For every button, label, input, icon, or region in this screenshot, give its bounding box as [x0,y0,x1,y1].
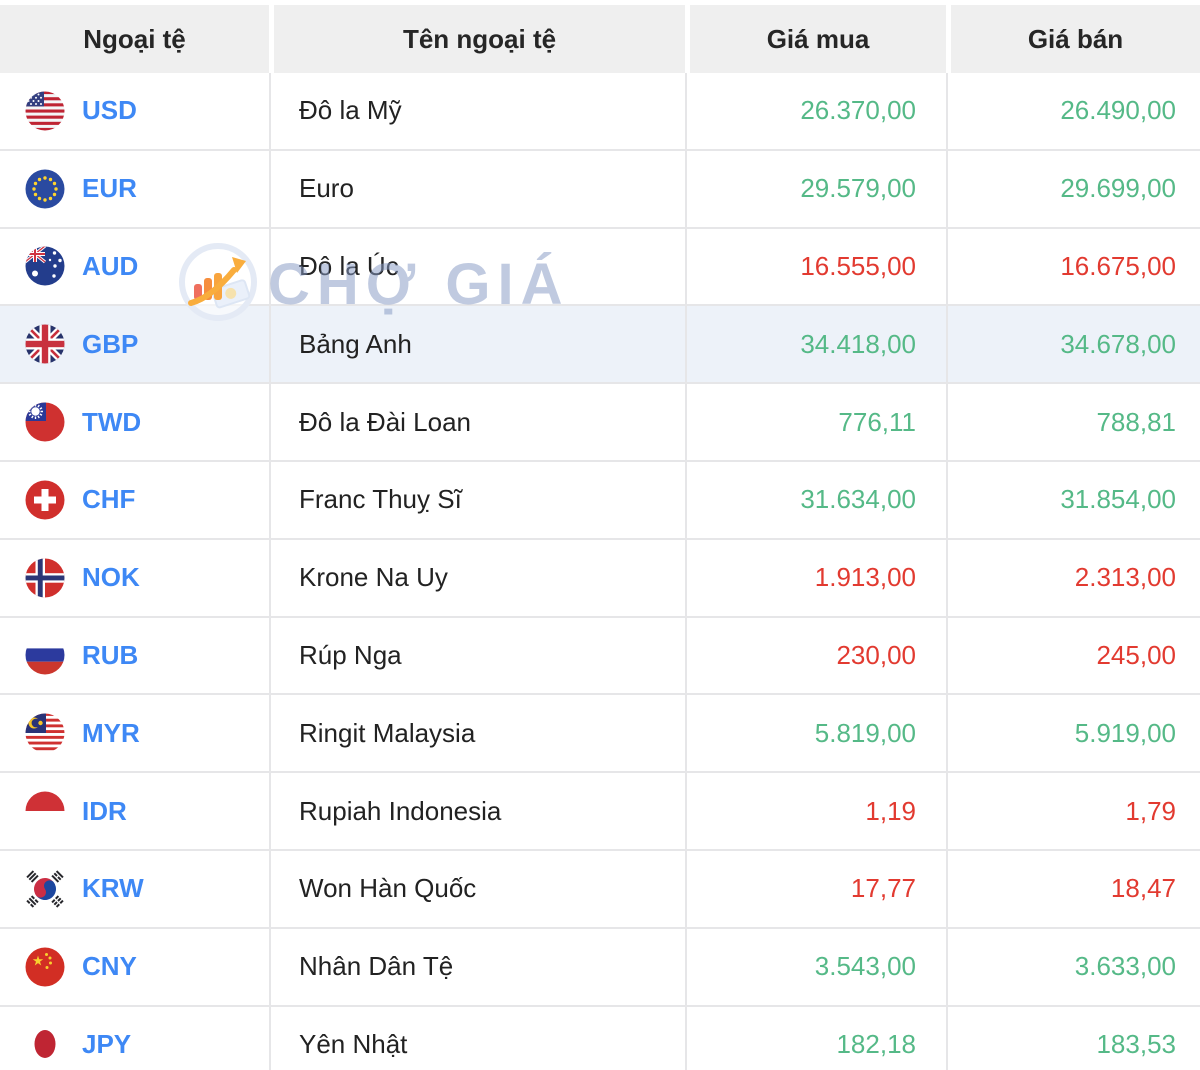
currency-code-link[interactable]: TWD [82,407,141,438]
table-row[interactable]: RUB Rúp Nga 230,00 245,00 [0,617,1200,696]
table-row[interactable]: USD Đô la Mỹ 26.370,00 26.490,00 [0,73,1200,151]
table-row[interactable]: IDR Rupiah Indonesia 1,19 1,79 [0,773,1200,851]
currency-code-link[interactable]: MYR [82,718,140,749]
sell-price: 31.854,00 [946,461,1200,540]
buy-price: 5.819,00 [685,695,946,774]
currency-name: Rúp Nga [269,617,685,696]
buy-price: 29.579,00 [685,150,946,229]
currency-cell: NOK [0,539,269,618]
buy-price: 16.555,00 [685,228,946,307]
currency-cell: EUR [0,150,269,229]
currency-code-link[interactable]: RUB [82,640,138,671]
sell-price: 2.313,00 [946,539,1200,618]
currency-name: Franc Thuỵ Sĩ [269,461,685,540]
table-row[interactable]: KRW Won Hàn Quốc 17,77 18,47 [0,850,1200,929]
flag-idr-icon [25,791,65,831]
table-row[interactable]: AUD Đô la Úc 16.555,00 16.675,00 [0,228,1200,307]
currency-name: Won Hàn Quốc [269,850,685,929]
currency-name: Nhân Dân Tệ [269,928,685,1007]
table-row[interactable]: CHF Franc Thuỵ Sĩ 31.634,00 31.854,00 [0,461,1200,540]
flag-nok-icon [25,558,65,598]
buy-price: 776,11 [685,384,946,462]
currency-code-link[interactable]: JPY [82,1029,131,1060]
flag-chf-icon [25,480,65,520]
currency-code-link[interactable]: USD [82,95,137,126]
currency-name: Đô la Mỹ [269,73,685,151]
table-header: Ngoại tệ Tên ngoại tệ Giá mua Giá bán [0,5,1200,73]
buy-price: 3.543,00 [685,928,946,1007]
sell-price: 1,79 [946,773,1200,851]
sell-price: 18,47 [946,850,1200,929]
flag-rub-icon [25,635,65,675]
buy-price: 1,19 [685,773,946,851]
flag-twd-icon [25,402,65,442]
flag-cny-icon [25,947,65,987]
flag-jpy-icon [25,1024,65,1064]
table-row[interactable]: NOK Krone Na Uy 1.913,00 2.313,00 [0,539,1200,618]
table-row[interactable]: JPY Yên Nhật 182,18 183,53 [0,1006,1200,1070]
currency-cell: JPY [0,1006,269,1070]
currency-cell: USD [0,73,269,151]
currency-cell: GBP [0,306,269,385]
flag-eur-icon [25,169,65,209]
flag-aud-icon [25,246,65,286]
currency-cell: CHF [0,461,269,540]
flag-gbp-icon [25,324,65,364]
currency-name: Đô la Úc [269,228,685,307]
currency-name: Rupiah Indonesia [269,773,685,851]
currency-name: Yên Nhật [269,1006,685,1070]
buy-price: 182,18 [685,1006,946,1070]
sell-price: 26.490,00 [946,73,1200,151]
flag-myr-icon [25,713,65,753]
currency-code-link[interactable]: GBP [82,329,138,360]
sell-price: 34.678,00 [946,306,1200,385]
sell-price: 5.919,00 [946,695,1200,774]
currency-code-link[interactable]: NOK [82,562,140,593]
table-row[interactable]: GBP Bảng Anh 34.418,00 34.678,00 [0,306,1200,385]
header-currency-name: Tên ngoại tệ [269,5,685,73]
currency-code-link[interactable]: KRW [82,873,144,904]
table-row[interactable]: EUR Euro 29.579,00 29.699,00 [0,150,1200,229]
sell-price: 788,81 [946,384,1200,462]
header-currency: Ngoại tệ [0,5,269,73]
table-row[interactable]: TWD Đô la Đài Loan 776,11 788,81 [0,384,1200,462]
currency-code-link[interactable]: AUD [82,251,138,282]
exchange-rate-table: Ngoại tệ Tên ngoại tệ Giá mua Giá bán US… [0,0,1200,1070]
currency-cell: TWD [0,384,269,462]
flag-usd-icon [25,91,65,131]
buy-price: 17,77 [685,850,946,929]
buy-price: 31.634,00 [685,461,946,540]
sell-price: 3.633,00 [946,928,1200,1007]
table-row[interactable]: MYR Ringit Malaysia 5.819,00 5.919,00 [0,695,1200,774]
currency-cell: CNY [0,928,269,1007]
currency-cell: AUD [0,228,269,307]
currency-cell: IDR [0,773,269,851]
currency-name: Euro [269,150,685,229]
header-sell-price: Giá bán [946,5,1200,73]
sell-price: 245,00 [946,617,1200,696]
sell-price: 183,53 [946,1006,1200,1070]
currency-name: Đô la Đài Loan [269,384,685,462]
currency-cell: KRW [0,850,269,929]
currency-cell: MYR [0,695,269,774]
currency-code-link[interactable]: EUR [82,173,137,204]
buy-price: 34.418,00 [685,306,946,385]
currency-cell: RUB [0,617,269,696]
currency-name: Bảng Anh [269,306,685,385]
sell-price: 29.699,00 [946,150,1200,229]
buy-price: 26.370,00 [685,73,946,151]
currency-name: Krone Na Uy [269,539,685,618]
sell-price: 16.675,00 [946,228,1200,307]
buy-price: 230,00 [685,617,946,696]
currency-name: Ringit Malaysia [269,695,685,774]
table-row[interactable]: CNY Nhân Dân Tệ 3.543,00 3.633,00 [0,928,1200,1007]
currency-code-link[interactable]: CHF [82,484,135,515]
buy-price: 1.913,00 [685,539,946,618]
table-body: USD Đô la Mỹ 26.370,00 26.490,00 EUR Eur… [0,73,1200,1070]
currency-code-link[interactable]: IDR [82,796,127,827]
currency-code-link[interactable]: CNY [82,951,137,982]
flag-krw-icon [25,869,65,909]
header-buy-price: Giá mua [685,5,946,73]
